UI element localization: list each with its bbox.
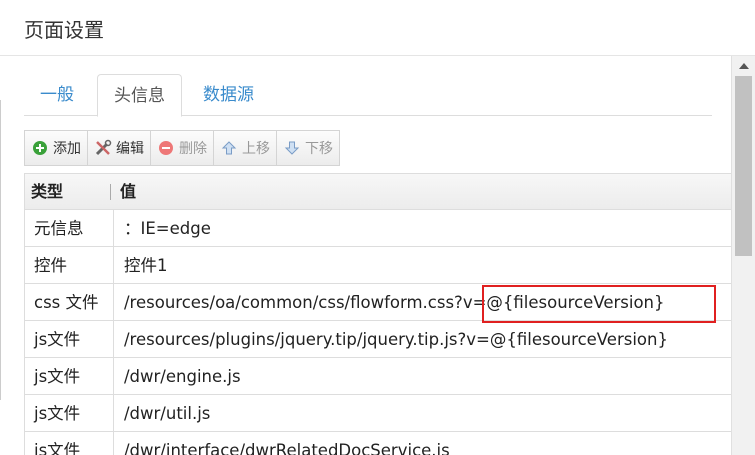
toolbar: 添加 编辑 删除 上移 下移: [24, 130, 340, 166]
table-header: 类型 值: [25, 174, 733, 210]
scroll-up-arrow-icon[interactable]: [732, 56, 755, 76]
table-row[interactable]: js文件 /dwr/interface/dwrRelatedDocService…: [25, 432, 733, 455]
row-type: js文件: [34, 367, 81, 386]
move-down-button[interactable]: 下移: [276, 130, 340, 166]
scrollbar-thumb[interactable]: [735, 76, 752, 256]
row-type: js文件: [34, 404, 81, 423]
add-label: 添加: [53, 141, 81, 157]
row-value: 控件1: [124, 256, 168, 275]
tab-general[interactable]: 一般: [24, 74, 90, 116]
row-type: js文件: [34, 441, 81, 455]
row-type: css 文件: [34, 293, 99, 312]
arrow-down-icon: [283, 139, 301, 157]
move-up-label: 上移: [242, 141, 270, 157]
row-type: 元信息: [34, 219, 84, 238]
table-row[interactable]: js文件 /dwr/engine.js: [25, 358, 733, 395]
dialog-header: 页面设置: [0, 0, 755, 56]
row-value: /dwr/interface/dwrRelatedDocService.js: [124, 441, 450, 455]
tools-icon: [94, 139, 112, 157]
move-down-label: 下移: [305, 141, 333, 157]
edit-button[interactable]: 编辑: [87, 130, 151, 166]
column-header-type[interactable]: 类型: [31, 174, 63, 210]
row-type: 控件: [34, 256, 67, 275]
tab-bar: 一般 头信息 数据源: [24, 74, 712, 117]
left-edge-line: [0, 100, 4, 400]
table-row[interactable]: js文件 /dwr/util.js: [25, 395, 733, 432]
minus-circle-icon: [157, 139, 175, 157]
dialog-title: 页面设置: [24, 18, 104, 42]
vertical-scrollbar[interactable]: [731, 56, 755, 455]
row-type: js文件: [34, 330, 81, 349]
plus-circle-icon: [31, 139, 49, 157]
row-value: /dwr/engine.js: [124, 367, 241, 386]
table-row[interactable]: css 文件 /resources/oa/common/css/flowform…: [25, 284, 733, 321]
dialog-body: 一般 头信息 数据源 添加 编辑 删除 上移 下移 类型 值 元信息 ：IE=e…: [0, 56, 755, 455]
delete-label: 删除: [179, 141, 207, 157]
row-value: /resources/oa/common/css/flowform.css?v=…: [124, 293, 665, 312]
column-divider: [110, 184, 111, 200]
delete-button[interactable]: 删除: [150, 130, 214, 166]
row-value: ：IE=edge: [124, 219, 211, 238]
edit-label: 编辑: [116, 141, 144, 157]
column-header-value[interactable]: 值: [120, 174, 136, 210]
tab-datasource[interactable]: 数据源: [187, 74, 270, 116]
row-value: /resources/plugins/jquery.tip/jquery.tip…: [124, 330, 668, 349]
header-info-table: 类型 值 元信息 ：IE=edge 控件 控件1 css 文件 /resourc…: [24, 173, 733, 455]
row-value: /dwr/util.js: [124, 404, 211, 423]
table-row[interactable]: 控件 控件1: [25, 247, 733, 284]
move-up-button[interactable]: 上移: [213, 130, 277, 166]
arrow-up-icon: [220, 139, 238, 157]
tab-header-info[interactable]: 头信息: [97, 74, 182, 117]
add-button[interactable]: 添加: [24, 130, 88, 166]
table-row[interactable]: 元信息 ：IE=edge: [25, 210, 733, 247]
table-row[interactable]: js文件 /resources/plugins/jquery.tip/jquer…: [25, 321, 733, 358]
